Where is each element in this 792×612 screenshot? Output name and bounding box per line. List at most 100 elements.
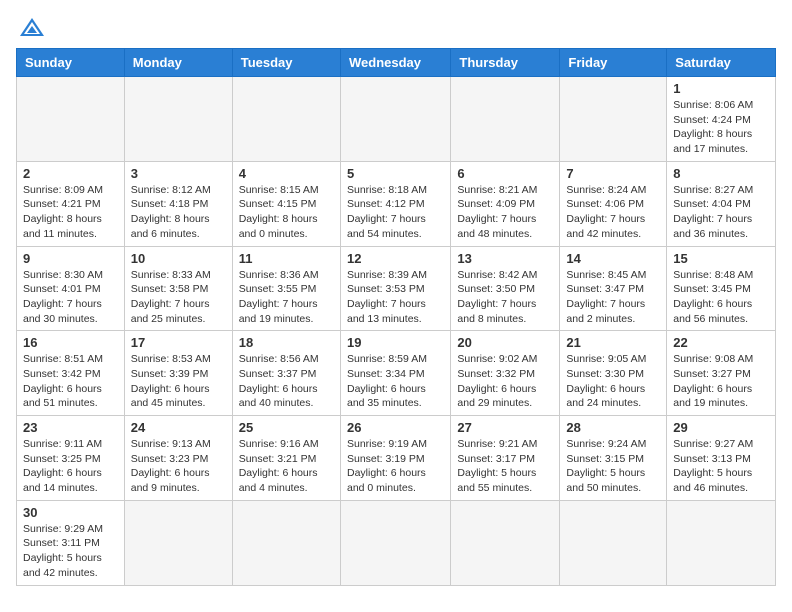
day-info: Sunrise: 8:53 AM Sunset: 3:39 PM Dayligh…: [131, 352, 226, 411]
calendar-cell: 9Sunrise: 8:30 AM Sunset: 4:01 PM Daylig…: [17, 246, 125, 331]
day-info: Sunrise: 9:24 AM Sunset: 3:15 PM Dayligh…: [566, 437, 660, 496]
calendar-cell: [124, 500, 232, 585]
day-number: 23: [23, 420, 118, 435]
day-number: 22: [673, 335, 769, 350]
calendar-cell: [560, 77, 667, 162]
weekday-header-wednesday: Wednesday: [340, 49, 450, 77]
calendar-cell: 19 Sunrise: 8:59 AM Sunset: 3:34 PM Dayli…: [340, 331, 450, 416]
calendar-cell: 28 Sunrise: 9:24 AM Sunset: 3:15 PM Dayli…: [560, 416, 667, 501]
calendar-week-row-2: 2 Sunrise: 8:09 AM Sunset: 4:21 PM Daylig…: [17, 161, 776, 246]
day-number: 27: [457, 420, 553, 435]
calendar-cell: [451, 77, 560, 162]
day-info: Sunrise: 8:36 AM Sunset: 3:55 PM Dayligh…: [239, 268, 334, 327]
day-number: 19: [347, 335, 444, 350]
day-number: 21: [566, 335, 660, 350]
day-info: Sunrise: 8:51 AM Sunset: 3:42 PM Dayligh…: [23, 352, 118, 411]
day-number: 6: [457, 166, 553, 181]
day-number: 1: [673, 81, 769, 96]
day-info: Sunrise: 8:27 AM Sunset: 4:04 PM Dayligh…: [673, 183, 769, 242]
logo-icon: [18, 16, 46, 38]
calendar-cell: [451, 500, 560, 585]
day-info: Sunrise: 8:45 AM Sunset: 3:47 PM Dayligh…: [566, 268, 660, 327]
calendar-cell: 11 Sunrise: 8:36 AM Sunset: 3:55 PM Dayli…: [232, 246, 340, 331]
day-info: Sunrise: 8:33 AM Sunset: 3:58 PM Dayligh…: [131, 268, 226, 327]
day-number: 13: [457, 251, 553, 266]
weekday-header-monday: Monday: [124, 49, 232, 77]
day-info: Sunrise: 9:08 AM Sunset: 3:27 PM Dayligh…: [673, 352, 769, 411]
day-number: 7: [566, 166, 660, 181]
calendar-cell: 22 Sunrise: 9:08 AM Sunset: 3:27 PM Dayli…: [667, 331, 776, 416]
day-number: 10: [131, 251, 226, 266]
calendar-cell: [232, 77, 340, 162]
day-info: Sunrise: 9:13 AM Sunset: 3:23 PM Dayligh…: [131, 437, 226, 496]
day-info: Sunrise: 8:15 AM Sunset: 4:15 PM Dayligh…: [239, 183, 334, 242]
calendar-cell: 25Sunrise: 9:16 AM Sunset: 3:21 PM Dayli…: [232, 416, 340, 501]
day-info: Sunrise: 8:59 AM Sunset: 3:34 PM Dayligh…: [347, 352, 444, 411]
day-info: Sunrise: 9:21 AM Sunset: 3:17 PM Dayligh…: [457, 437, 553, 496]
calendar-cell: 5Sunrise: 8:18 AM Sunset: 4:12 PM Daylig…: [340, 161, 450, 246]
calendar-week-row-3: 9Sunrise: 8:30 AM Sunset: 4:01 PM Daylig…: [17, 246, 776, 331]
day-number: 11: [239, 251, 334, 266]
calendar-cell: [124, 77, 232, 162]
calendar-cell: [667, 500, 776, 585]
calendar-cell: 15 Sunrise: 8:48 AM Sunset: 3:45 PM Dayli…: [667, 246, 776, 331]
calendar-cell: 8Sunrise: 8:27 AM Sunset: 4:04 PM Daylig…: [667, 161, 776, 246]
day-info: Sunrise: 8:21 AM Sunset: 4:09 PM Dayligh…: [457, 183, 553, 242]
day-number: 16: [23, 335, 118, 350]
calendar-cell: 12Sunrise: 8:39 AM Sunset: 3:53 PM Dayli…: [340, 246, 450, 331]
day-info: Sunrise: 8:42 AM Sunset: 3:50 PM Dayligh…: [457, 268, 553, 327]
calendar-cell: 13 Sunrise: 8:42 AM Sunset: 3:50 PM Dayli…: [451, 246, 560, 331]
day-info: Sunrise: 8:39 AM Sunset: 3:53 PM Dayligh…: [347, 268, 444, 327]
day-number: 25: [239, 420, 334, 435]
weekday-header-friday: Friday: [560, 49, 667, 77]
calendar-cell: 26 Sunrise: 9:19 AM Sunset: 3:19 PM Dayli…: [340, 416, 450, 501]
day-info: Sunrise: 8:09 AM Sunset: 4:21 PM Dayligh…: [23, 183, 118, 242]
calendar-cell: 2 Sunrise: 8:09 AM Sunset: 4:21 PM Daylig…: [17, 161, 125, 246]
day-info: Sunrise: 8:48 AM Sunset: 3:45 PM Dayligh…: [673, 268, 769, 327]
day-number: 29: [673, 420, 769, 435]
calendar-cell: 29 Sunrise: 9:27 AM Sunset: 3:13 PM Dayli…: [667, 416, 776, 501]
calendar-cell: 18Sunrise: 8:56 AM Sunset: 3:37 PM Dayli…: [232, 331, 340, 416]
calendar-cell: [232, 500, 340, 585]
logo: [16, 16, 46, 38]
calendar-week-row-1: 1Sunrise: 8:06 AM Sunset: 4:24 PM Daylig…: [17, 77, 776, 162]
calendar-cell: [340, 500, 450, 585]
calendar-cell: 14 Sunrise: 8:45 AM Sunset: 3:47 PM Dayli…: [560, 246, 667, 331]
calendar-week-row-6: 30 Sunrise: 9:29 AM Sunset: 3:11 PM Dayli…: [17, 500, 776, 585]
calendar-cell: 1Sunrise: 8:06 AM Sunset: 4:24 PM Daylig…: [667, 77, 776, 162]
day-info: Sunrise: 8:12 AM Sunset: 4:18 PM Dayligh…: [131, 183, 226, 242]
calendar-cell: [560, 500, 667, 585]
day-info: Sunrise: 9:29 AM Sunset: 3:11 PM Dayligh…: [23, 522, 118, 581]
calendar-cell: 24 Sunrise: 9:13 AM Sunset: 3:23 PM Dayli…: [124, 416, 232, 501]
day-number: 18: [239, 335, 334, 350]
day-number: 20: [457, 335, 553, 350]
calendar-cell: 16 Sunrise: 8:51 AM Sunset: 3:42 PM Dayli…: [17, 331, 125, 416]
day-number: 30: [23, 505, 118, 520]
weekday-header-saturday: Saturday: [667, 49, 776, 77]
calendar-cell: 30 Sunrise: 9:29 AM Sunset: 3:11 PM Dayli…: [17, 500, 125, 585]
day-number: 2: [23, 166, 118, 181]
day-info: Sunrise: 8:18 AM Sunset: 4:12 PM Dayligh…: [347, 183, 444, 242]
calendar-table: SundayMondayTuesdayWednesdayThursdayFrid…: [16, 48, 776, 586]
day-info: Sunrise: 9:02 AM Sunset: 3:32 PM Dayligh…: [457, 352, 553, 411]
weekday-header-sunday: Sunday: [17, 49, 125, 77]
day-info: Sunrise: 9:19 AM Sunset: 3:19 PM Dayligh…: [347, 437, 444, 496]
day-number: 3: [131, 166, 226, 181]
calendar-cell: [17, 77, 125, 162]
day-number: 28: [566, 420, 660, 435]
calendar-week-row-5: 23 Sunrise: 9:11 AM Sunset: 3:25 PM Dayli…: [17, 416, 776, 501]
day-info: Sunrise: 9:27 AM Sunset: 3:13 PM Dayligh…: [673, 437, 769, 496]
day-info: Sunrise: 9:11 AM Sunset: 3:25 PM Dayligh…: [23, 437, 118, 496]
page-header: [16, 16, 776, 38]
day-number: 9: [23, 251, 118, 266]
day-number: 14: [566, 251, 660, 266]
calendar-cell: 27 Sunrise: 9:21 AM Sunset: 3:17 PM Dayli…: [451, 416, 560, 501]
day-number: 24: [131, 420, 226, 435]
day-number: 17: [131, 335, 226, 350]
day-info: Sunrise: 8:24 AM Sunset: 4:06 PM Dayligh…: [566, 183, 660, 242]
calendar-cell: 23 Sunrise: 9:11 AM Sunset: 3:25 PM Dayli…: [17, 416, 125, 501]
day-number: 15: [673, 251, 769, 266]
calendar-cell: 3 Sunrise: 8:12 AM Sunset: 4:18 PM Daylig…: [124, 161, 232, 246]
weekday-header-row: SundayMondayTuesdayWednesdayThursdayFrid…: [17, 49, 776, 77]
day-number: 26: [347, 420, 444, 435]
